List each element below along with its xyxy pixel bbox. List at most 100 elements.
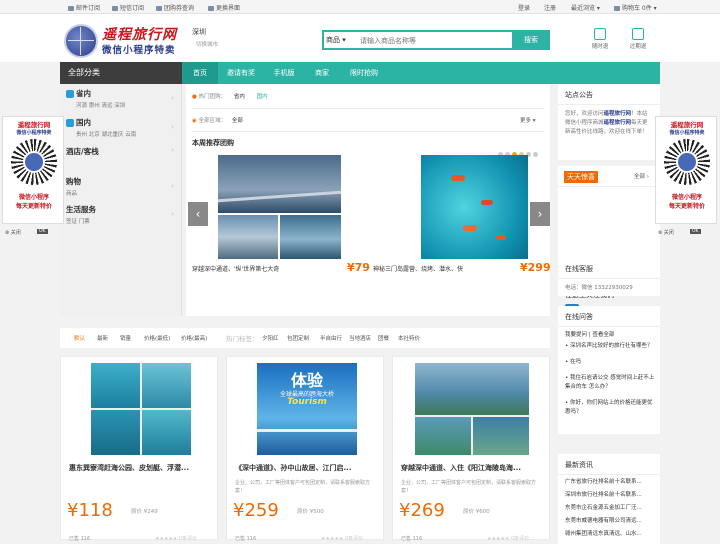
- globe-line: [68, 40, 94, 41]
- service-phone: 电话：微信 13322930029: [565, 285, 633, 291]
- notice-link[interactable]: 遥程旅行网: [604, 120, 632, 126]
- refund-icon: [594, 28, 606, 40]
- nav-flash-sale[interactable]: 限时抢购: [342, 62, 386, 84]
- slide-image-bridge[interactable]: [218, 155, 341, 259]
- qr-title: 遥程旅行网: [670, 121, 704, 129]
- news-item[interactable]: 广东省旅行社排名前十名联系...: [565, 476, 655, 489]
- news-item[interactable]: 赣州集团清远东真清远、山水...: [565, 528, 655, 541]
- sidebar-item-province[interactable]: 省内 河源 惠州 清远 深圳 ›: [66, 88, 178, 109]
- product-image[interactable]: 体验 全球最高的跨海大桥 Tourism: [257, 363, 357, 455]
- logo-subtitle: 微信小程序特卖: [102, 45, 176, 56]
- qa-item[interactable]: • 你好，你们网站上的价格还能更优惠吗？: [565, 399, 657, 417]
- chevron-right-icon: ›: [171, 210, 174, 218]
- banner-big-text: 体验: [290, 371, 323, 390]
- nav-mobile[interactable]: 手机版: [266, 62, 302, 84]
- product-card[interactable]: 穿越深中通道、入住《阳江海陵岛海... 企业，公司，工厂等团体客户可包团定制，请…: [392, 356, 550, 542]
- sort-filter-bar: 默认 最新 销量 价格(最低) 价格(最高) 热门标签： 夕阳红 包团定制 半自…: [60, 328, 550, 348]
- search-button[interactable]: 搜索: [512, 30, 550, 50]
- nav-merchants[interactable]: 商家: [304, 62, 340, 84]
- floating-qr-ad-left[interactable]: 遥程旅行网 微信小程序特卖 微信小程序 每天更新特价 ⊗ 关闭 OK: [2, 116, 64, 236]
- carousel-next-button[interactable]: ›: [530, 202, 550, 226]
- sidebar-item-shopping[interactable]: 购物 商品 ›: [66, 176, 178, 197]
- expired-refund-badge: 过期退: [626, 28, 650, 50]
- search-scope-select[interactable]: 商品 ▾: [326, 35, 346, 45]
- nav-home[interactable]: 首页: [182, 62, 218, 84]
- slide-title[interactable]: 神秘三门岛露营、烧烤、潜水、快: [373, 264, 483, 273]
- expired-refund-icon: [632, 28, 644, 40]
- login-link[interactable]: 登录: [518, 3, 530, 12]
- recent-browse-link[interactable]: 最近浏览 ▾: [571, 3, 600, 12]
- slide-image-snorkel[interactable]: [421, 155, 528, 259]
- all-categories-button[interactable]: 全部分类: [60, 62, 182, 84]
- qr-ok-button[interactable]: OK: [37, 229, 48, 234]
- sms-subscribe-link[interactable]: 短信订阅: [112, 3, 144, 12]
- tag-link[interactable]: 当地酒店: [349, 334, 371, 342]
- product-price: ¥118: [67, 500, 113, 521]
- product-image[interactable]: [415, 363, 529, 455]
- qr-close-button[interactable]: ⊗ 关闭: [658, 229, 674, 236]
- coupon-query-link[interactable]: 团购券查询: [156, 3, 194, 12]
- qr-ok-button[interactable]: OK: [690, 229, 701, 234]
- change-theme-link[interactable]: 更换界面: [208, 3, 240, 12]
- carousel-dot[interactable]: [533, 152, 538, 157]
- sidebar-item-domestic[interactable]: 国内 贵州 北京 湖北重庆 云南 ›: [66, 117, 178, 138]
- product-price: ¥259: [233, 500, 279, 521]
- cart-icon: [614, 6, 620, 11]
- map-icon: [66, 90, 74, 98]
- qa-item[interactable]: • 在吗: [565, 358, 657, 367]
- floating-qr-ad-right[interactable]: 遥程旅行网 微信小程序特卖 微信小程序 每天更新特价 ⊗ 关闭 OK: [655, 116, 717, 236]
- sort-sales[interactable]: 销量: [120, 334, 131, 342]
- globe-logo-icon: [676, 151, 698, 173]
- register-link[interactable]: 注册: [544, 3, 556, 12]
- sort-default[interactable]: 默认: [74, 334, 85, 342]
- sidebar-sub-links[interactable]: 贵州 北京 湖北重庆 云南: [66, 130, 178, 138]
- tag-link[interactable]: 夕阳红: [262, 334, 279, 342]
- sort-price-low[interactable]: 价格(最低): [144, 334, 170, 342]
- cart-link[interactable]: 购物车 0件 ▾: [614, 3, 657, 12]
- qa-panel: 在线问答 我要提问 | 查看全部 • 深圳名声比较好的旅行社有哪些？ • 在吗 …: [558, 306, 660, 434]
- logo-title: 遥程旅行网: [102, 27, 177, 43]
- mail-subscribe-link[interactable]: 邮件订阅: [68, 3, 100, 12]
- area-filter-row: ◉ 全部区域： 全部: [192, 118, 243, 124]
- nav-invite[interactable]: 邀请有奖: [220, 62, 262, 84]
- more-dropdown[interactable]: 更多 ▾: [520, 116, 536, 124]
- hot-link-domestic[interactable]: 国内: [257, 94, 268, 100]
- notice-text: 您好，欢迎访问遥程旅行网！本站微信小程序商城遥程旅行网每天更新高性价比线路，欢迎…: [565, 111, 648, 135]
- sidebar-sub-links[interactable]: 河源 惠州 清远 深圳: [66, 101, 178, 109]
- tag-link[interactable]: 半自由行: [320, 334, 342, 342]
- daily-all-link[interactable]: 全部 ›: [634, 172, 649, 180]
- product-name[interactable]: 穿越深中通道、入住《阳江海陵岛海...: [401, 463, 543, 473]
- area-all-link[interactable]: 全部: [232, 118, 243, 124]
- refund-anytime-badge: 随时退: [588, 28, 612, 50]
- sort-price-high[interactable]: 价格(最高): [181, 334, 207, 342]
- product-sold: 已售 116: [69, 536, 91, 542]
- news-item[interactable]: 东莞市威德电器有限公司清远...: [565, 515, 655, 528]
- service-panel: 在线客服 电话：微信 13322930029: [558, 258, 660, 296]
- sidebar-sub-links[interactable]: 签证 门票: [66, 217, 178, 225]
- qa-item[interactable]: • 深圳名声比较好的旅行社有哪些？: [565, 342, 657, 351]
- tag-link[interactable]: 本社特价: [398, 334, 420, 342]
- notice-link[interactable]: 遥程旅行网: [604, 111, 632, 117]
- sidebar-item-life-service[interactable]: 生活服务 签证 门票 ›: [66, 204, 178, 225]
- news-item[interactable]: 东莞市企石金源五金加工厂汪...: [565, 502, 655, 515]
- qa-links[interactable]: 我要提问 | 查看全部: [565, 330, 614, 338]
- product-card[interactable]: 惠东巽寮湾赶海公园、皮划艇、浮潜... ¥118 原价 ¥249 已售 116 …: [60, 356, 218, 542]
- search-input[interactable]: [360, 35, 510, 47]
- slide-title[interactable]: 穿越深中通道、'纵'世界第七大奇: [192, 264, 342, 273]
- sort-newest[interactable]: 最新: [97, 334, 108, 342]
- product-name[interactable]: 惠东巽寮湾赶海公园、皮划艇、浮潜...: [69, 463, 211, 473]
- site-logo[interactable]: 遥程旅行网 微信小程序特卖: [64, 24, 184, 60]
- sidebar-item-hotel[interactable]: 酒店/客栈 ›: [66, 146, 178, 157]
- carousel-prev-button[interactable]: ‹: [188, 202, 208, 226]
- switch-city-link[interactable]: 切换城市: [196, 40, 218, 48]
- product-name[interactable]: 《深中通道》、孙中山故居、江门启...: [235, 463, 377, 473]
- product-card[interactable]: 体验 全球最高的跨海大桥 Tourism 《深中通道》、孙中山故居、江门启...…: [226, 356, 384, 542]
- qa-item[interactable]: • 我住石岩请公交 感觉时间上赶不上集合的车 怎么办？: [565, 374, 657, 392]
- tag-link[interactable]: 包团定制: [287, 334, 309, 342]
- product-image[interactable]: [91, 363, 191, 455]
- news-item[interactable]: 深圳市旅行社排名前十名联系...: [565, 489, 655, 502]
- sidebar-sub-links[interactable]: 商品: [66, 189, 178, 197]
- tag-link[interactable]: 团餐: [378, 334, 389, 342]
- hot-link-province[interactable]: 省内: [234, 94, 245, 100]
- qr-close-button[interactable]: ⊗ 关闭: [5, 229, 21, 236]
